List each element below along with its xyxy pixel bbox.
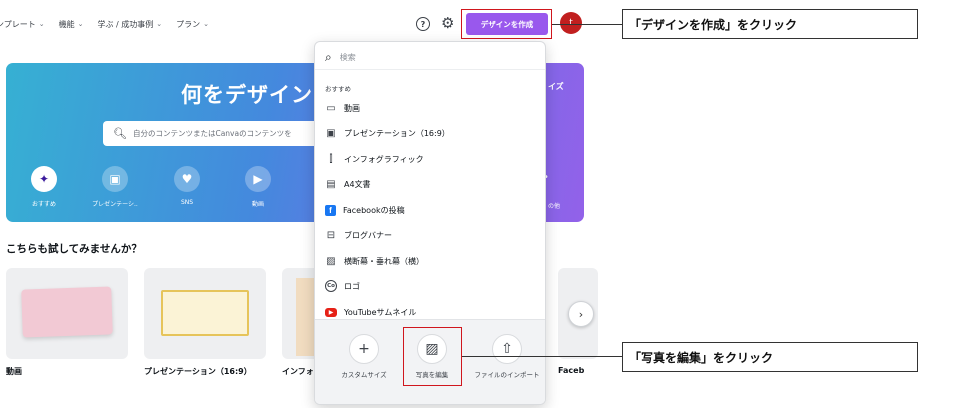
card-label: インフォ [282,367,314,376]
chevron-down-icon: ⌄ [77,20,84,28]
section-title: こちらも試してみませんか？ [6,243,142,255]
callout-line [462,356,622,357]
category-video[interactable]: ▶ 動画 [228,166,288,208]
dropdown-item-label: ロゴ [344,281,360,291]
card-label: プレゼンテーション（16:9） [144,367,252,376]
category-label: 動画 [251,201,264,208]
card-label: Faceb [558,366,585,375]
avatar[interactable]: t [560,12,582,34]
dropdown-search-input[interactable]: ⌕ 検索 [315,46,545,70]
logo-icon: Co [325,280,337,292]
template-card-presentation[interactable] [144,268,266,359]
dropdown-item-video[interactable]: ▭ 動画 [325,98,360,118]
nav-label: テンプレート [0,19,36,29]
dropdown-item-banner-landscape[interactable]: ▨ 横断幕・垂れ幕（横） [325,251,424,271]
dropdown-item-label: プレゼンテーション（16:9） [344,128,450,138]
category-presentation[interactable]: ▣ プレゼンテーシ.. [85,166,145,208]
action-label: ファイルのインポート [474,371,540,379]
presentation-icon: ▣ [326,127,336,139]
template-card-video[interactable] [6,268,128,359]
nav-item-plans[interactable]: プラン ⌄ [176,19,209,30]
hero-search-input[interactable]: 🔍︎ 自分のコンテンツまたはCanvaのコンテンツを [103,121,319,146]
hero-title: 何をデザインし [181,83,335,107]
dropdown-item-blog-banner[interactable]: ⊟ ブログバナー [325,225,392,245]
carousel-next-button[interactable]: › [568,301,594,327]
nav-label: 機能 [58,19,75,29]
chevron-down-icon: ⌄ [203,20,210,28]
dropdown-item-logo[interactable]: Co ロゴ [325,276,360,296]
dropdown-item-label: YouTubeサムネイル [344,307,417,317]
chevron-down-icon: ⌄ [38,20,45,28]
hero-search-placeholder: 自分のコンテンツまたはCanvaのコンテンツを [132,129,292,138]
custom-size-button[interactable]: + カスタムサイズ [326,334,402,380]
dropdown-item-label: Facebookの投稿 [343,205,405,215]
dropdown-item-label: インフォグラフィック [344,154,424,164]
category-recommended[interactable]: ✦ おすすめ [14,166,74,208]
card-label: 動画 [6,367,22,376]
chart-icon: ⫿ [329,153,333,165]
facebook-icon: f [325,204,336,216]
photo-callout: 「写真を編集」をクリック [622,342,918,372]
callout-line [552,24,622,25]
dropdown-section-title: おすすめ [325,85,351,93]
dropdown-item-infographic[interactable]: ⫿ インフォグラフィック [325,149,424,169]
upload-icon: ⇧ [492,334,522,364]
dropdown-item-presentation[interactable]: ▣ プレゼンテーション（16:9） [325,123,450,143]
create-button-highlight [461,9,552,39]
dropdown-search-placeholder: 検索 [339,53,356,62]
import-file-button[interactable]: ⇧ ファイルのインポート [469,334,545,380]
edit-photo-highlight [403,327,462,386]
youtube-icon: ▶ [325,307,337,317]
search-icon: 🔍︎ [113,127,127,140]
search-icon: ⌕ [325,50,332,64]
sparkle-icon: ✦ [31,166,57,192]
chevron-right-icon: › [578,307,584,321]
category-label: SNS [180,199,194,206]
video-icon: ▭ [326,102,336,114]
banner-icon: ⊟ [326,229,336,241]
hero-side-text: イズ [548,82,564,91]
gear-icon[interactable]: ⚙ [441,15,454,31]
create-callout: 「デザインを作成」をクリック [622,9,918,39]
category-label: プレゼンテーシ.. [92,201,138,208]
dropdown-item-label: 動画 [344,103,360,113]
category-label: おすすめ [31,201,56,208]
plus-icon: + [349,334,379,364]
nav-item-learn[interactable]: 学ぶ / 成功事例 ⌄ [98,19,163,30]
nav-label: プラン [176,19,201,29]
presentation-icon: ▣ [102,166,128,192]
dropdown-item-facebook-post[interactable]: f Facebookの投稿 [325,200,405,220]
heart-chat-icon: ♥ [174,166,200,192]
document-icon: ▤ [326,178,336,190]
dropdown-item-a4-document[interactable]: ▤ A4文書 [325,174,371,194]
nav-label: 学ぶ / 成功事例 [97,19,154,29]
category-more-label: の他 [548,203,561,210]
category-sns[interactable]: ♥ SNS [157,166,217,206]
help-circle-icon[interactable]: ? [416,17,430,31]
dropdown-item-label: A4文書 [344,179,371,189]
action-label: カスタムサイズ [341,371,387,379]
top-nav: テンプレート⌄ 機能⌄ 学ぶ / 成功事例⌄ プラン⌄ [0,12,209,36]
dropdown-item-label: 横断幕・垂れ幕（横） [344,256,424,266]
chevron-down-icon: ⌄ [156,20,163,28]
card-thumbnail [161,290,249,336]
video-icon: ▶ [245,166,271,192]
card-thumbnail [21,286,113,338]
dropdown-item-label: ブログバナー [344,230,392,240]
nav-item-templates[interactable]: テンプレート⌄ [0,19,45,30]
image-icon: ▨ [326,255,336,267]
nav-item-features[interactable]: 機能 ⌄ [59,19,84,30]
